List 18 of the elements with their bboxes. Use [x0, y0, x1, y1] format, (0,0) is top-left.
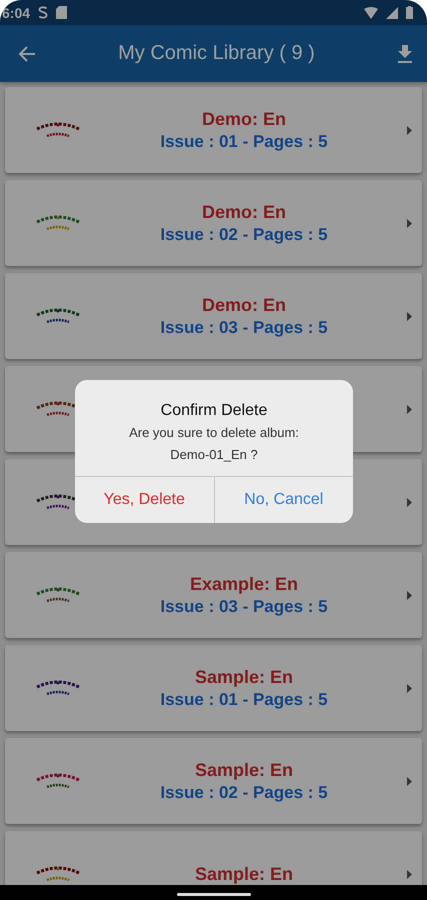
album-title: Example: En: [190, 574, 298, 594]
album-title: Sample: En: [194, 666, 294, 688]
album-title: Demo: En: [202, 202, 286, 222]
album-details: Issue : 02 - Pages : 5: [160, 224, 328, 244]
album-title: Demo: En: [202, 294, 286, 316]
album-details: Issue : 01 - Pages : 5: [160, 690, 328, 710]
app-title: My Comic Library ( 9 ): [117, 42, 316, 65]
album-details: Issue : 03 - Pages : 5: [160, 596, 328, 616]
album-title: Demo: En: [202, 108, 286, 130]
dialog-title: Confirm Delete: [160, 402, 268, 420]
album-title: Sample: En: [194, 760, 294, 780]
dialog-message: Demo-01_En ?: [170, 446, 258, 464]
album-details: Issue : 03 - Pages : 5: [160, 318, 328, 338]
album-title: Sample: En: [194, 864, 294, 884]
dialog-message: Are you sure to delete album:: [129, 424, 299, 442]
status-time: 6:04: [2, 4, 30, 20]
album-details: Issue : 01 - Pages : 5: [160, 132, 328, 152]
album-details: Issue : 02 - Pages : 5: [160, 782, 328, 802]
